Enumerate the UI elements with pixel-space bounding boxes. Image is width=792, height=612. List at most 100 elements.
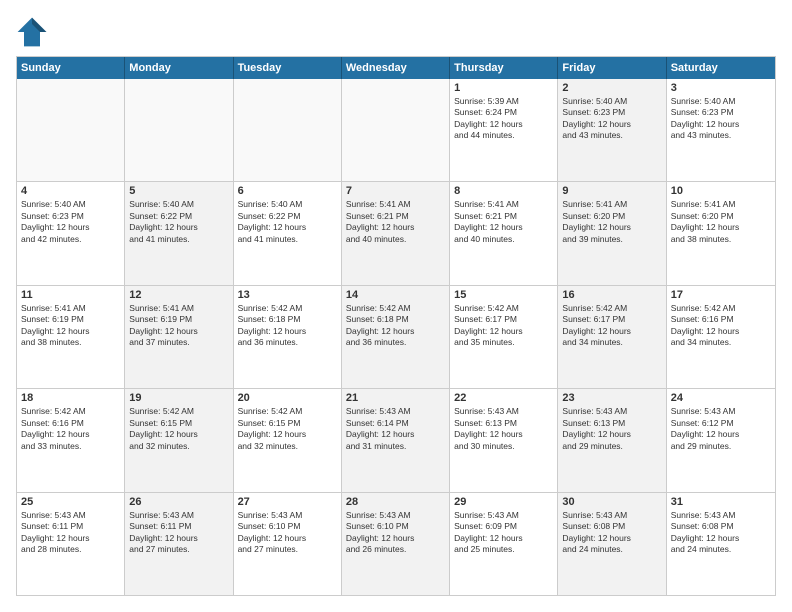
day-number: 19 — [129, 392, 228, 404]
cell-text: Sunrise: 5:43 AM Sunset: 6:12 PM Dayligh… — [671, 406, 771, 452]
calendar-cell: 24 Sunrise: 5:43 AM Sunset: 6:12 PM Dayli… — [667, 389, 775, 491]
calendar-cell: 17 Sunrise: 5:42 AM Sunset: 6:16 PM Dayli… — [667, 286, 775, 388]
calendar-cell: 8 Sunrise: 5:41 AM Sunset: 6:21 PM Daylig… — [450, 182, 558, 284]
calendar-cell: 14 Sunrise: 5:42 AM Sunset: 6:18 PM Dayli… — [342, 286, 450, 388]
day-number: 17 — [671, 289, 771, 301]
calendar-cell: 16 Sunrise: 5:42 AM Sunset: 6:17 PM Dayli… — [558, 286, 666, 388]
cell-text: Sunrise: 5:41 AM Sunset: 6:19 PM Dayligh… — [21, 303, 120, 349]
calendar-cell: 25 Sunrise: 5:43 AM Sunset: 6:11 PM Dayli… — [17, 493, 125, 595]
day-number: 9 — [562, 185, 661, 197]
cell-text: Sunrise: 5:39 AM Sunset: 6:24 PM Dayligh… — [454, 96, 553, 142]
calendar-cell: 22 Sunrise: 5:43 AM Sunset: 6:13 PM Dayli… — [450, 389, 558, 491]
weekday-header-wednesday: Wednesday — [342, 57, 450, 79]
calendar-cell: 23Sunrise: 5:43 AM Sunset: 6:13 PM Dayli… — [558, 389, 666, 491]
calendar-cell: 3 Sunrise: 5:40 AM Sunset: 6:23 PM Daylig… — [667, 79, 775, 181]
calendar-header: SundayMondayTuesdayWednesdayThursdayFrid… — [17, 57, 775, 79]
calendar-row: 18 Sunrise: 5:42 AM Sunset: 6:16 PM Dayli… — [17, 389, 775, 492]
day-number: 31 — [671, 496, 771, 508]
cell-text: Sunrise: 5:43 AM Sunset: 6:13 PM Dayligh… — [454, 406, 553, 452]
cell-text: Sunrise: 5:40 AM Sunset: 6:23 PM Dayligh… — [562, 96, 661, 142]
calendar-cell: 13 Sunrise: 5:42 AM Sunset: 6:18 PM Dayli… — [234, 286, 342, 388]
day-number: 14 — [346, 289, 445, 301]
calendar-row: 25 Sunrise: 5:43 AM Sunset: 6:11 PM Dayli… — [17, 493, 775, 595]
cell-text: Sunrise: 5:43 AM Sunset: 6:14 PM Dayligh… — [346, 406, 445, 452]
day-number: 4 — [21, 185, 120, 197]
cell-text: Sunrise: 5:43 AM Sunset: 6:10 PM Dayligh… — [238, 510, 337, 556]
calendar-row: 1 Sunrise: 5:39 AM Sunset: 6:24 PM Daylig… — [17, 79, 775, 182]
cell-text: Sunrise: 5:43 AM Sunset: 6:13 PM Dayligh… — [562, 406, 661, 452]
weekday-header-friday: Friday — [558, 57, 666, 79]
weekday-header-saturday: Saturday — [667, 57, 775, 79]
calendar-cell: 10 Sunrise: 5:41 AM Sunset: 6:20 PM Dayli… — [667, 182, 775, 284]
calendar-cell: 9 Sunrise: 5:41 AM Sunset: 6:20 PM Daylig… — [558, 182, 666, 284]
calendar-cell: 5 Sunrise: 5:40 AM Sunset: 6:22 PM Daylig… — [125, 182, 233, 284]
cell-text: Sunrise: 5:43 AM Sunset: 6:08 PM Dayligh… — [562, 510, 661, 556]
day-number: 3 — [671, 82, 771, 94]
weekday-header-thursday: Thursday — [450, 57, 558, 79]
cell-text: Sunrise: 5:40 AM Sunset: 6:23 PM Dayligh… — [21, 199, 120, 245]
calendar-row: 4 Sunrise: 5:40 AM Sunset: 6:23 PM Daylig… — [17, 182, 775, 285]
cell-text: Sunrise: 5:41 AM Sunset: 6:21 PM Dayligh… — [346, 199, 445, 245]
day-number: 7 — [346, 185, 445, 197]
cell-text: Sunrise: 5:42 AM Sunset: 6:18 PM Dayligh… — [238, 303, 337, 349]
calendar-cell: 21 Sunrise: 5:43 AM Sunset: 6:14 PM Dayli… — [342, 389, 450, 491]
calendar-cell: 19 Sunrise: 5:42 AM Sunset: 6:15 PM Dayli… — [125, 389, 233, 491]
cell-text: Sunrise: 5:42 AM Sunset: 6:18 PM Dayligh… — [346, 303, 445, 349]
calendar-cell: 6 Sunrise: 5:40 AM Sunset: 6:22 PM Daylig… — [234, 182, 342, 284]
day-number: 10 — [671, 185, 771, 197]
cell-text: Sunrise: 5:41 AM Sunset: 6:19 PM Dayligh… — [129, 303, 228, 349]
cell-text: Sunrise: 5:42 AM Sunset: 6:16 PM Dayligh… — [21, 406, 120, 452]
weekday-header-monday: Monday — [125, 57, 233, 79]
calendar-cell: 27 Sunrise: 5:43 AM Sunset: 6:10 PM Dayli… — [234, 493, 342, 595]
calendar-cell: 2 Sunrise: 5:40 AM Sunset: 6:23 PM Daylig… — [558, 79, 666, 181]
cell-text: Sunrise: 5:42 AM Sunset: 6:16 PM Dayligh… — [671, 303, 771, 349]
calendar-cell: 20 Sunrise: 5:42 AM Sunset: 6:15 PM Dayli… — [234, 389, 342, 491]
cell-text: Sunrise: 5:41 AM Sunset: 6:21 PM Dayligh… — [454, 199, 553, 245]
calendar-cell: 28Sunrise: 5:43 AM Sunset: 6:10 PM Dayli… — [342, 493, 450, 595]
calendar-cell — [342, 79, 450, 181]
cell-text: Sunrise: 5:40 AM Sunset: 6:23 PM Dayligh… — [671, 96, 771, 142]
day-number: 21 — [346, 392, 445, 404]
calendar-cell: 15 Sunrise: 5:42 AM Sunset: 6:17 PM Dayli… — [450, 286, 558, 388]
day-number: 8 — [454, 185, 553, 197]
day-number: 11 — [21, 289, 120, 301]
cell-text: Sunrise: 5:42 AM Sunset: 6:17 PM Dayligh… — [454, 303, 553, 349]
day-number: 15 — [454, 289, 553, 301]
cell-text: Sunrise: 5:41 AM Sunset: 6:20 PM Dayligh… — [671, 199, 771, 245]
calendar-cell: 11 Sunrise: 5:41 AM Sunset: 6:19 PM Dayli… — [17, 286, 125, 388]
cell-text: Sunrise: 5:40 AM Sunset: 6:22 PM Dayligh… — [238, 199, 337, 245]
cell-text: Sunrise: 5:40 AM Sunset: 6:22 PM Dayligh… — [129, 199, 228, 245]
day-number: 6 — [238, 185, 337, 197]
day-number: 20 — [238, 392, 337, 404]
weekday-header-tuesday: Tuesday — [234, 57, 342, 79]
cell-text: Sunrise: 5:43 AM Sunset: 6:11 PM Dayligh… — [21, 510, 120, 556]
day-number: 2 — [562, 82, 661, 94]
calendar-cell: 4 Sunrise: 5:40 AM Sunset: 6:23 PM Daylig… — [17, 182, 125, 284]
cell-text: Sunrise: 5:43 AM Sunset: 6:10 PM Dayligh… — [346, 510, 445, 556]
cell-text: Sunrise: 5:43 AM Sunset: 6:09 PM Dayligh… — [454, 510, 553, 556]
day-number: 27 — [238, 496, 337, 508]
cell-text: Sunrise: 5:43 AM Sunset: 6:11 PM Dayligh… — [129, 510, 228, 556]
day-number: 5 — [129, 185, 228, 197]
day-number: 24 — [671, 392, 771, 404]
day-number: 16 — [562, 289, 661, 301]
day-number: 18 — [21, 392, 120, 404]
calendar-cell: 12 Sunrise: 5:41 AM Sunset: 6:19 PM Dayli… — [125, 286, 233, 388]
calendar-cell — [125, 79, 233, 181]
cell-text: Sunrise: 5:41 AM Sunset: 6:20 PM Dayligh… — [562, 199, 661, 245]
weekday-header-sunday: Sunday — [17, 57, 125, 79]
cell-text: Sunrise: 5:42 AM Sunset: 6:17 PM Dayligh… — [562, 303, 661, 349]
calendar-cell: 26Sunrise: 5:43 AM Sunset: 6:11 PM Dayli… — [125, 493, 233, 595]
cell-text: Sunrise: 5:42 AM Sunset: 6:15 PM Dayligh… — [129, 406, 228, 452]
calendar-body: 1 Sunrise: 5:39 AM Sunset: 6:24 PM Daylig… — [17, 79, 775, 595]
calendar-cell: 31Sunrise: 5:43 AM Sunset: 6:08 PM Dayli… — [667, 493, 775, 595]
day-number: 29 — [454, 496, 553, 508]
cell-text: Sunrise: 5:42 AM Sunset: 6:15 PM Dayligh… — [238, 406, 337, 452]
day-number: 1 — [454, 82, 553, 94]
day-number: 22 — [454, 392, 553, 404]
day-number: 12 — [129, 289, 228, 301]
calendar-cell: 18 Sunrise: 5:42 AM Sunset: 6:16 PM Dayli… — [17, 389, 125, 491]
day-number: 25 — [21, 496, 120, 508]
day-number: 13 — [238, 289, 337, 301]
day-number: 30 — [562, 496, 661, 508]
